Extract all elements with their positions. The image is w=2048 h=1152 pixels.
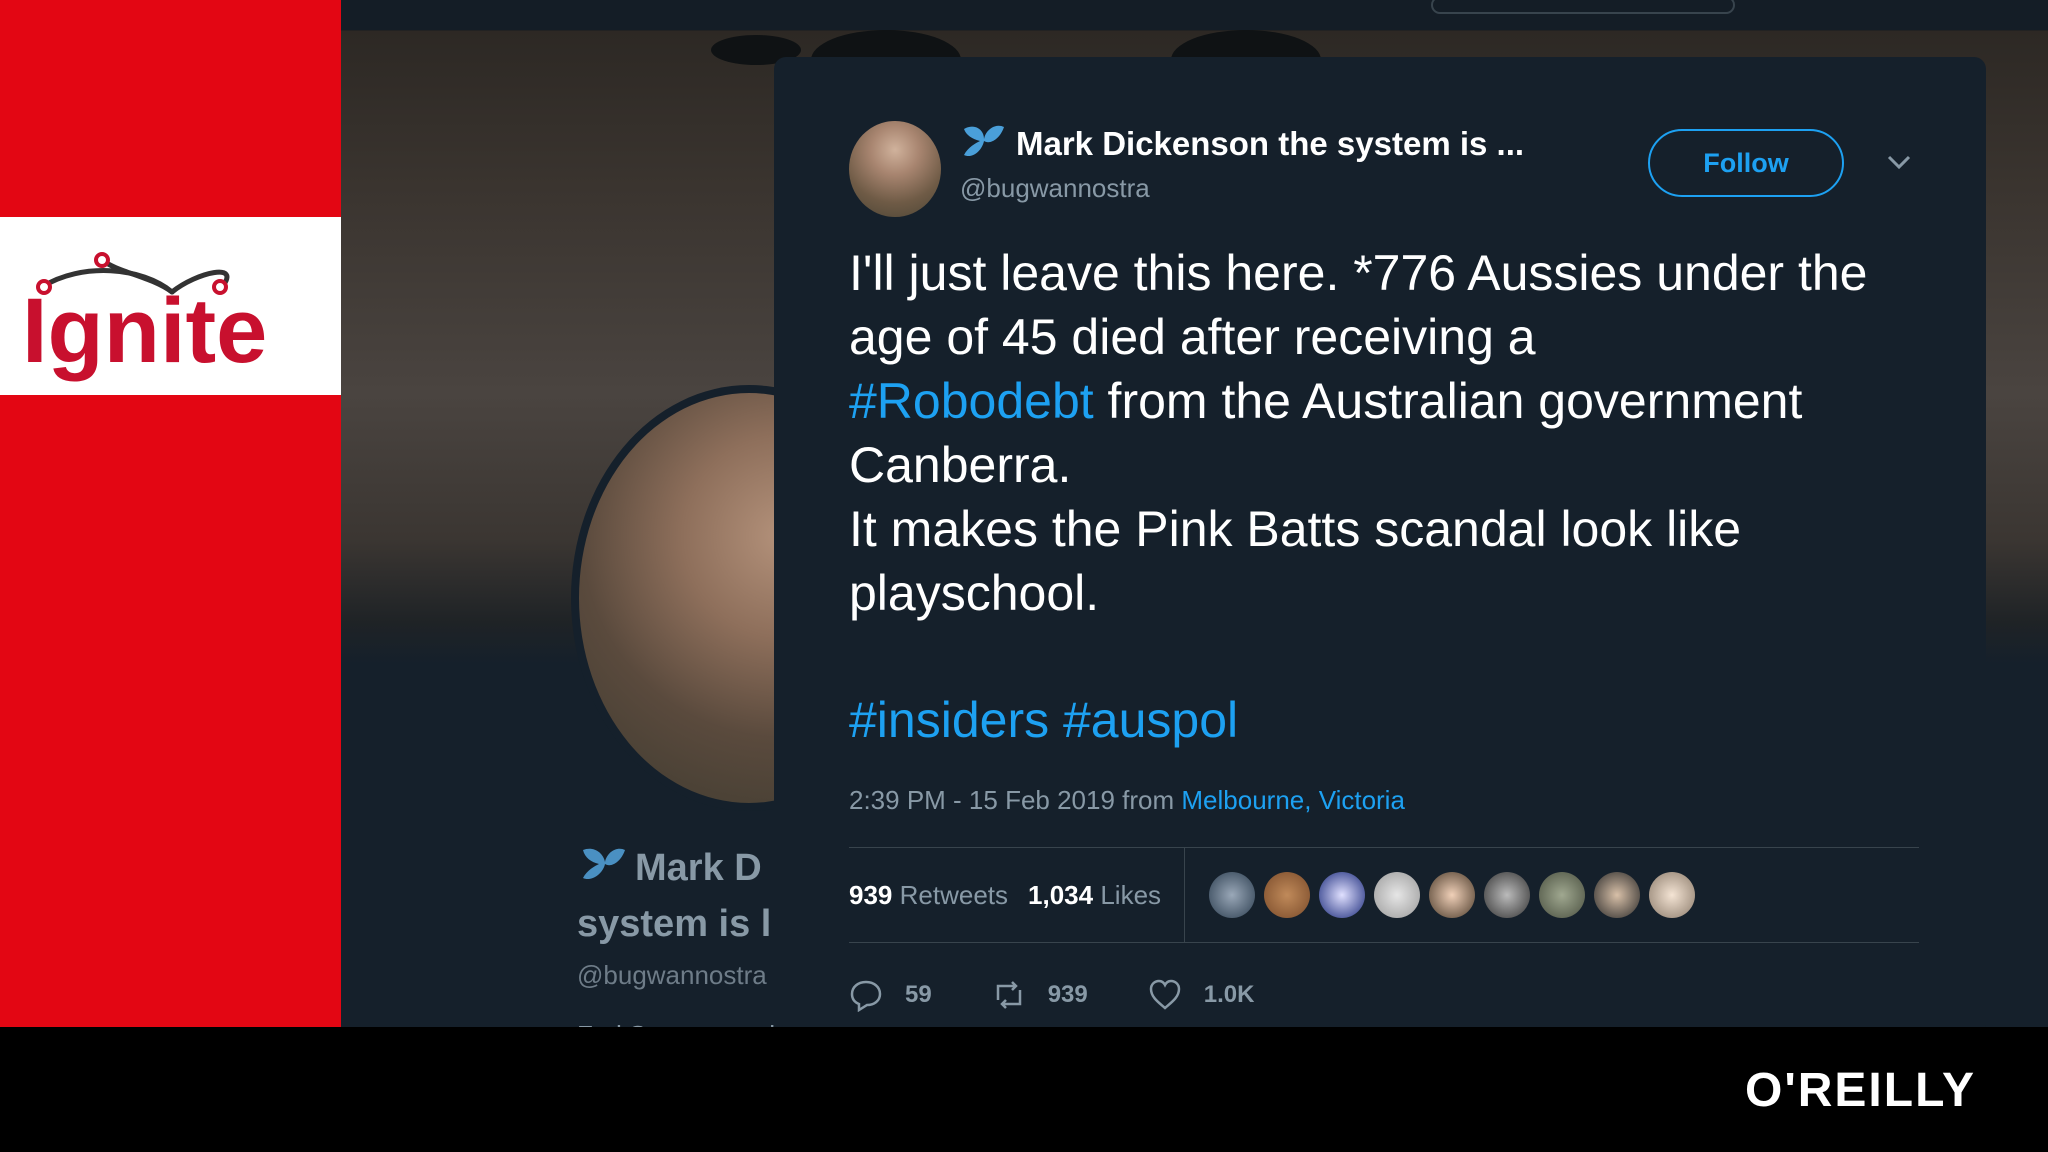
avatar[interactable] xyxy=(849,121,941,217)
oreilly-logo: O'REILLY xyxy=(1744,1064,1976,1117)
tweet-timestamp: 2:39 PM - 15 Feb 2019 from Melbourne, Vi… xyxy=(849,785,1405,816)
background-name-text-line2: system is l xyxy=(577,903,772,945)
liker-avatar[interactable] xyxy=(1319,872,1365,918)
liker-avatar[interactable] xyxy=(1484,872,1530,918)
retweet-icon xyxy=(996,981,1021,1009)
liker-avatar[interactable] xyxy=(1374,872,1420,918)
liker-avatar[interactable] xyxy=(1209,872,1255,918)
tweet-text-line: It makes the Pink Batts scandal look lik… xyxy=(849,501,1742,621)
tweet-time: 2:39 PM - 15 Feb 2019 from xyxy=(849,785,1182,815)
hashtag-links[interactable]: #insiders #auspol xyxy=(849,691,1238,749)
reply-count: 59 xyxy=(905,981,932,1008)
liker-avatars xyxy=(1209,872,1695,918)
liker-avatar[interactable] xyxy=(1594,872,1640,918)
tweet-text: I'll just leave this here. *776 Aussies … xyxy=(849,241,1919,625)
reply-button[interactable]: 59 xyxy=(849,978,932,1012)
background-search-field xyxy=(1431,0,1735,14)
heart-icon xyxy=(1149,979,1181,1010)
retweet-button[interactable]: 939 xyxy=(992,978,1088,1012)
likes-count: 1,034 xyxy=(1028,879,1094,910)
tweet-stats: 939 Retweets 1,034 Likes xyxy=(849,847,1919,943)
bird-logo-icon xyxy=(583,848,625,880)
reply-icon xyxy=(850,980,882,1012)
hashtag-link-robodebt[interactable]: #Robodebt xyxy=(849,373,1094,429)
location-link[interactable]: Melbourne, Victoria xyxy=(1181,785,1405,815)
background-handle: @bugwannostra xyxy=(577,960,767,990)
like-button[interactable]: 1.0K xyxy=(1148,978,1255,1012)
retweets-count: 939 xyxy=(849,879,893,910)
likes-label: Likes xyxy=(1100,879,1162,910)
retweet-count: 939 xyxy=(1047,981,1088,1008)
likes-stat[interactable]: 1,034 Likes xyxy=(1028,880,1161,911)
footer-bar: O'REILLY xyxy=(0,1027,2048,1152)
tweet-card: Mark Dickenson the system is ... @bugwan… xyxy=(774,57,1986,1037)
retweets-stat[interactable]: 939 Retweets xyxy=(849,880,1008,911)
svg-text:Ignite: Ignite xyxy=(22,280,267,382)
tweet-text-line: I'll just leave this here. *776 Aussies … xyxy=(849,245,1868,365)
display-name[interactable]: Mark Dickenson the system is ... xyxy=(1016,125,1524,163)
ignite-side-panel: Ignite xyxy=(0,0,341,1027)
ignite-logo-graphic: Ignite xyxy=(22,252,267,382)
chevron-down-icon[interactable] xyxy=(1884,147,1914,177)
liker-avatar[interactable] xyxy=(1429,872,1475,918)
follow-button[interactable]: Follow xyxy=(1648,129,1844,197)
background-profile-name: Mark D system is l xyxy=(577,840,771,952)
liker-avatar[interactable] xyxy=(1264,872,1310,918)
bird-logo-icon xyxy=(964,125,1004,157)
ignite-logo: Ignite xyxy=(0,217,341,395)
like-count: 1.0K xyxy=(1203,981,1255,1008)
liker-avatar[interactable] xyxy=(1539,872,1585,918)
background-top-bar xyxy=(341,0,2048,31)
user-handle[interactable]: @bugwannostra xyxy=(960,173,1150,204)
retweets-label: Retweets xyxy=(899,879,1009,910)
tweet-actions: 59 939 1.0K xyxy=(849,965,1314,1025)
background-name-text: Mark D xyxy=(635,847,762,889)
stats-counts: 939 Retweets 1,034 Likes xyxy=(849,848,1185,942)
liker-avatar[interactable] xyxy=(1649,872,1695,918)
